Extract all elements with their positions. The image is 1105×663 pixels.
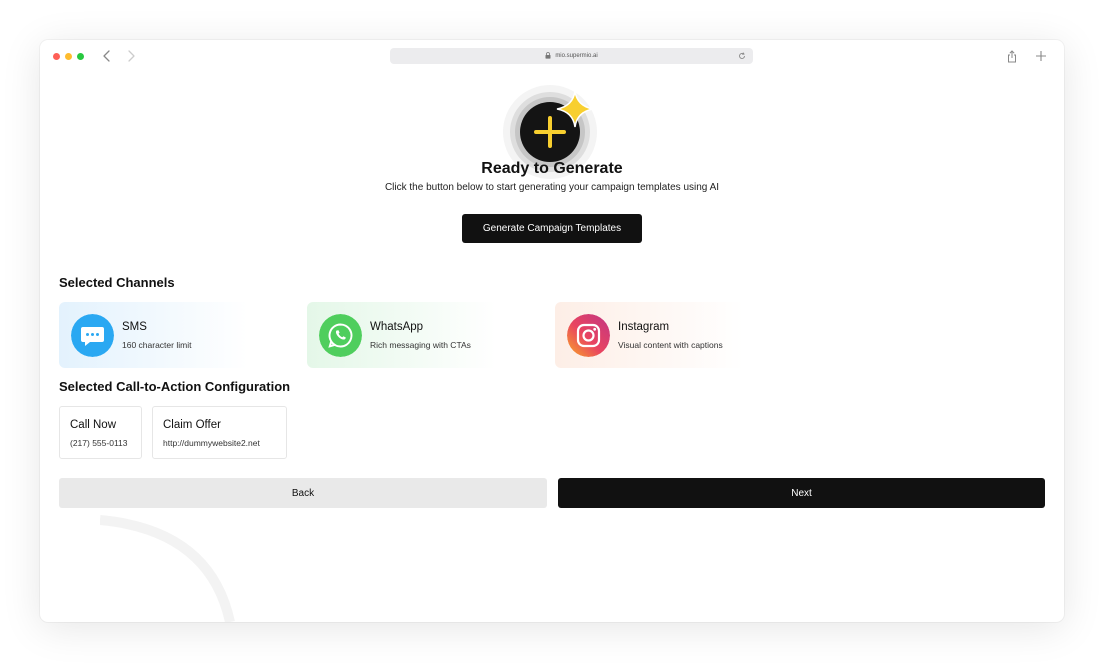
browser-window: mio.supermio.ai Ready to Generate Click … — [40, 40, 1064, 622]
channel-description: Rich messaging with CTAs — [370, 340, 471, 350]
channel-description: Visual content with captions — [618, 340, 723, 350]
decorative-arc — [100, 515, 235, 622]
back-arrow-icon[interactable] — [100, 49, 114, 63]
cta-configuration-heading: Selected Call-to-Action Configuration — [59, 379, 291, 394]
share-icon[interactable] — [1006, 50, 1018, 63]
minimize-window-button[interactable] — [65, 53, 72, 60]
instagram-icon — [567, 314, 610, 357]
cta-value: http://dummywebsite2.net — [163, 438, 260, 448]
reload-icon[interactable] — [738, 52, 746, 60]
channel-name: WhatsApp — [370, 321, 424, 333]
address-bar[interactable]: mio.supermio.ai — [390, 48, 753, 64]
forward-arrow-icon[interactable] — [124, 49, 138, 63]
page-subtitle: Click the button below to start generati… — [384, 182, 720, 193]
channel-description: 160 character limit — [122, 340, 192, 350]
channel-name: SMS — [122, 321, 147, 333]
cta-card-claim-offer: Claim Offer http://dummywebsite2.net — [152, 406, 287, 459]
next-button[interactable]: Next — [558, 478, 1045, 508]
cta-value: (217) 555-0113 — [70, 438, 128, 448]
cta-label: Call Now — [70, 419, 117, 431]
sms-chat-icon — [71, 314, 114, 357]
selected-channels-heading: Selected Channels — [59, 275, 175, 290]
cta-card-call-now: Call Now (217) 555-0113 — [59, 406, 142, 459]
back-button[interactable]: Back — [59, 478, 547, 508]
channel-card-sms: SMS 160 character limit — [59, 302, 295, 368]
generate-templates-button[interactable]: Generate Campaign Templates — [462, 214, 642, 243]
browser-titlebar: mio.supermio.ai — [40, 40, 1064, 74]
cta-label: Claim Offer — [163, 419, 221, 431]
url-text: mio.supermio.ai — [555, 53, 598, 59]
close-window-button[interactable] — [53, 53, 60, 60]
page-title: Ready to Generate — [481, 160, 623, 177]
maximize-window-button[interactable] — [77, 53, 84, 60]
channel-name: Instagram — [618, 321, 670, 333]
new-tab-icon[interactable] — [1035, 50, 1047, 62]
lock-icon — [545, 52, 551, 59]
whatsapp-icon — [319, 314, 362, 357]
channel-card-instagram: Instagram Visual content with captions — [555, 302, 791, 368]
channel-card-whatsapp: WhatsApp Rich messaging with CTAs — [307, 302, 543, 368]
